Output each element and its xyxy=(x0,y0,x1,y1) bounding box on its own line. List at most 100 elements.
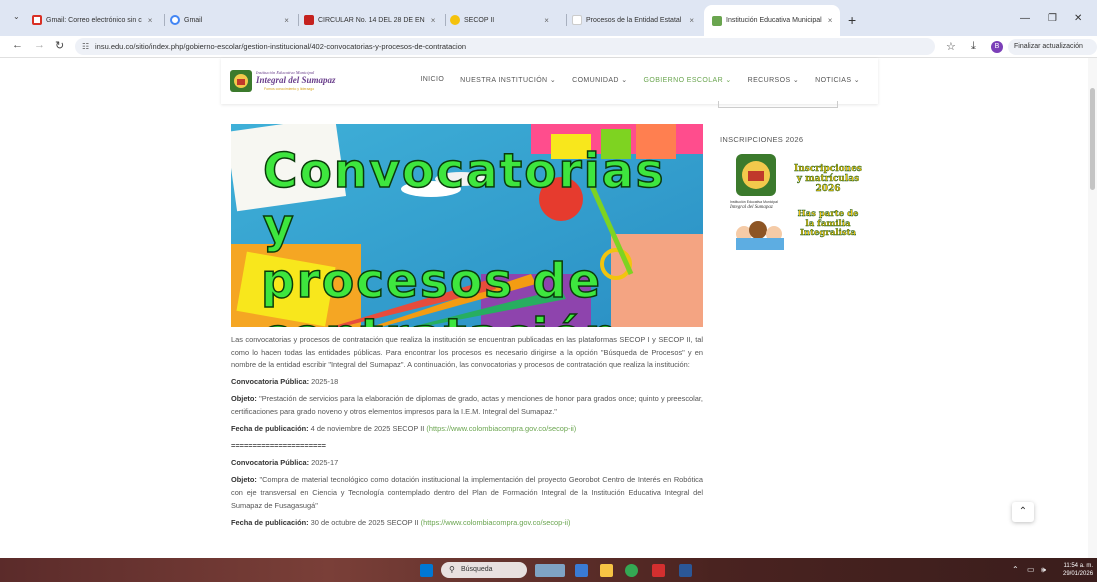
chevron-up-icon: ⌃ xyxy=(1018,506,1028,517)
convocatoria-1: Convocatoria Pública: 2025-18 xyxy=(231,376,703,389)
new-tab-button[interactable]: + xyxy=(848,12,856,28)
tab-title: CIRCULAR No. 14 DEL 28 DE EN xyxy=(318,16,425,24)
tab-gmail-inbox[interactable]: Gmail: Correo electrónico sin c × xyxy=(32,10,172,30)
gmail-icon xyxy=(304,15,314,25)
download-icon[interactable]: ⤓ xyxy=(971,40,976,53)
taskbar-clock[interactable]: 11:54 a. m. 29/01/2026 xyxy=(1063,562,1093,578)
logo-tagline: Fomos conocimiento y liderazgo xyxy=(264,87,315,91)
app-icon[interactable] xyxy=(575,564,588,577)
finish-update-button[interactable]: Finalizar actualización ⋮ xyxy=(1008,39,1097,66)
nav-inicio[interactable]: INICIO xyxy=(420,76,444,84)
inscripciones-promo[interactable]: Institución Educativa Municipal Integral… xyxy=(730,152,862,252)
school-icon xyxy=(712,15,722,26)
taskbar-search-label: Búsqueda xyxy=(461,566,493,573)
minimize-icon[interactable]: — xyxy=(1020,13,1030,24)
clock-time: 11:54 a. m. xyxy=(1063,563,1094,569)
separator: ====================== xyxy=(231,440,703,453)
tab-secop[interactable]: SECOP II × xyxy=(450,10,562,30)
site-info-icon[interactable]: ☷ xyxy=(82,38,89,55)
chrome-icon[interactable] xyxy=(625,564,638,577)
address-bar[interactable]: ☷ insu.edu.co/sitio/index.php/gobierno-e… xyxy=(75,38,935,55)
tab-close-icon[interactable]: × xyxy=(284,16,289,25)
tab-close-icon[interactable]: × xyxy=(828,16,833,25)
conv-label: Convocatoria Pública: xyxy=(231,377,310,387)
reload-icon[interactable]: ↻ xyxy=(55,39,64,52)
article-intro: Las convocatorias y procesos de contrata… xyxy=(231,335,703,370)
search-icon: ⚲ xyxy=(449,565,455,574)
nav-gobierno-escolar[interactable]: GOBIERNO ESCOLAR ⌄ xyxy=(644,76,732,84)
acrobat-icon[interactable] xyxy=(652,564,665,577)
nav-noticias[interactable]: NOTICIAS ⌄ xyxy=(815,76,860,84)
logo-name: Integral del Sumapaz xyxy=(256,75,336,85)
taskbar-search[interactable]: ⚲ Búsqueda xyxy=(441,562,527,578)
close-window-icon[interactable]: ✕ xyxy=(1074,13,1082,24)
update-label: Finalizar actualización xyxy=(1014,43,1083,50)
hero-title-line3: contratación xyxy=(231,308,703,327)
site-header: Institución Educativa Municipal Integral… xyxy=(221,58,878,104)
objeto-2: Objeto: "Compra de material tecnológico … xyxy=(231,474,703,512)
secop-link[interactable]: (https://www.colombiacompra.gov.co/secop… xyxy=(426,424,576,433)
obj-value: "Prestación de servicios para la elabora… xyxy=(231,394,703,416)
tab-title: SECOP II xyxy=(464,16,495,24)
tab-search-icon[interactable]: ⌄ xyxy=(13,12,20,21)
tab-close-icon[interactable]: × xyxy=(544,16,549,25)
google-icon xyxy=(170,15,180,25)
fecha-2: Fecha de publicación: 30 de octubre de 2… xyxy=(231,517,703,530)
site-logo[interactable]: Institución Educativa Municipal Integral… xyxy=(230,68,340,94)
tab-close-icon[interactable]: × xyxy=(148,16,153,25)
tray-chevron-icon[interactable]: ⌃ xyxy=(1012,565,1019,574)
tab-close-icon[interactable]: × xyxy=(689,16,694,25)
objeto-1: Objeto: "Prestación de servicios para la… xyxy=(231,393,703,418)
separator-text: ====================== xyxy=(231,441,326,451)
sidebar-search-box[interactable] xyxy=(718,101,838,108)
page-icon xyxy=(572,15,582,25)
browser-tab-bar: ⌄ Gmail: Correo electrónico sin c × Gmai… xyxy=(0,0,1097,36)
date-label: Fecha de publicación: xyxy=(231,517,309,527)
tab-gmail[interactable]: Gmail × xyxy=(170,10,300,30)
bookmark-star-icon[interactable]: ☆ xyxy=(946,40,956,53)
conv-value: 2025-17 xyxy=(309,458,339,468)
display-icon[interactable]: ▭ xyxy=(1027,565,1035,574)
url-text: insu.edu.co/sitio/index.php/gobierno-esc… xyxy=(95,42,467,51)
conv-value: 2025-18 xyxy=(309,377,339,387)
hero-title-line2: procesos de xyxy=(260,253,602,310)
tab-close-icon[interactable]: × xyxy=(431,16,436,25)
windows-start-icon[interactable] xyxy=(420,564,433,577)
convocatoria-2: Convocatoria Pública: 2025-17 xyxy=(231,457,703,470)
date-label: Fecha de publicación: xyxy=(231,424,309,434)
restore-icon[interactable]: ❐ xyxy=(1048,13,1057,24)
hero-title: Convocatorias y procesos de contratación xyxy=(231,143,703,327)
promo-school: Institución Educativa Municipal xyxy=(730,200,778,204)
secop-link[interactable]: (https://www.colombiacompra.gov.co/secop… xyxy=(421,518,571,527)
nav-nuestra-institucion[interactable]: NUESTRA INSTITUCIÓN ⌄ xyxy=(460,76,556,84)
widgets-icon[interactable] xyxy=(535,564,565,577)
promo-slogan: Has parte de la familia Integralista xyxy=(794,209,862,239)
tab-institucion-active[interactable]: Institución Educativa Municipal × xyxy=(704,5,840,36)
scrollbar-thumb[interactable] xyxy=(1090,88,1095,190)
hero-image: Convocatorias y procesos de contratación xyxy=(231,124,703,327)
browser-toolbar: ← → ↻ ☷ insu.edu.co/sitio/index.php/gobi… xyxy=(0,36,1097,66)
tab-circular[interactable]: CIRCULAR No. 14 DEL 28 DE EN × xyxy=(304,10,444,30)
back-icon[interactable]: ← xyxy=(12,39,23,51)
profile-avatar[interactable]: B xyxy=(991,41,1003,53)
sidebar-title: INSCRIPCIONES 2026 xyxy=(720,135,804,144)
obj-value: "Compra de material tecnológico como dot… xyxy=(231,475,703,510)
promo-line1: Inscripciones xyxy=(794,164,862,174)
file-explorer-icon[interactable] xyxy=(600,564,613,577)
tab-title: Gmail xyxy=(184,16,203,24)
promo-line6: Integralista xyxy=(799,228,857,238)
fecha-1: Fecha de publicación: 4 de noviembre de … xyxy=(231,423,703,436)
forward-icon[interactable]: → xyxy=(34,39,45,51)
tab-title: Gmail: Correo electrónico sin c xyxy=(46,16,142,24)
date-value: 4 de noviembre de 2025 SECOP II xyxy=(308,424,427,434)
promo-line3: 2026 xyxy=(815,184,841,194)
tab-title: Institución Educativa Municipal xyxy=(726,17,822,24)
nav-comunidad[interactable]: COMUNIDAD ⌄ xyxy=(572,76,627,84)
promo-line2: y matrículas xyxy=(796,174,860,184)
volume-icon[interactable]: 🕪 xyxy=(1041,565,1046,575)
hero-title-line1: Convocatorias y xyxy=(262,143,666,255)
scroll-to-top-button[interactable]: ⌃ xyxy=(1012,502,1034,522)
nav-recursos[interactable]: RECURSOS ⌄ xyxy=(748,76,799,84)
tab-procesos[interactable]: Procesos de la Entidad Estatal × xyxy=(572,10,704,30)
word-icon[interactable] xyxy=(679,564,692,577)
